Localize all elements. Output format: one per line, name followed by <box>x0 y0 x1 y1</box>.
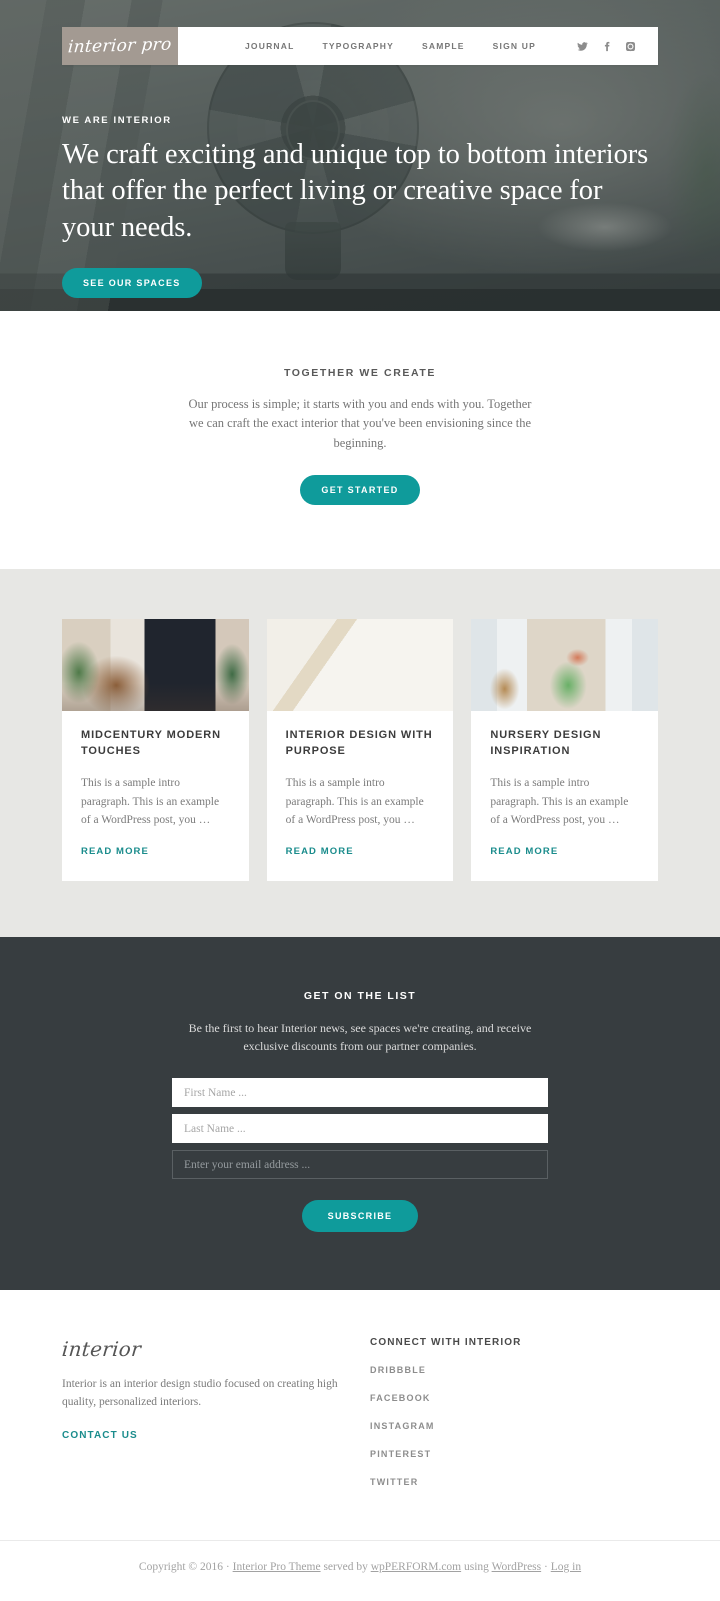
blog-section: MIDCENTURY MODERN TOUCHES This is a samp… <box>0 569 720 937</box>
blog-card[interactable]: INTERIOR DESIGN WITH PURPOSE This is a s… <box>266 619 454 881</box>
instagram-footer-link[interactable]: INSTAGRAM <box>370 1421 435 1431</box>
pinterest-link[interactable]: PINTEREST <box>370 1449 431 1459</box>
intro-section: TOGETHER WE CREATE Our process is simple… <box>0 311 720 570</box>
intro-title: TOGETHER WE CREATE <box>283 367 437 379</box>
connect-links-list: DRIBBBLE FACEBOOK INSTAGRAM PINTEREST TW… <box>370 1360 627 1490</box>
blog-card[interactable]: NURSERY DESIGN INSPIRATION This is a sam… <box>471 619 659 881</box>
hero-kicker: WE ARE INTERIOR <box>62 115 172 126</box>
nav-item-journal[interactable]: JOURNAL <box>245 41 295 51</box>
blog-card-excerpt: This is a sample intro paragraph. This i… <box>285 777 424 827</box>
first-name-input[interactable] <box>172 1078 548 1108</box>
contact-us-link[interactable]: CONTACT US <box>62 1430 138 1441</box>
connect-heading: CONNECT WITH INTERIOR <box>370 1337 522 1349</box>
footer-widgets: interior Interior is an interior design … <box>0 1290 720 1541</box>
footer-about-widget: interior Interior is an interior design … <box>60 1337 367 1500</box>
blog-card-title[interactable]: INTERIOR DESIGN WITH PURPOSE <box>286 728 435 760</box>
newsletter-form: SUBSCRIBE <box>172 1078 548 1233</box>
facebook-link[interactable] <box>601 41 612 52</box>
host-link[interactable]: wpPERFORM.com <box>371 1561 461 1573</box>
copyright-text: Copyright © 2016 · Interior Pro Theme se… <box>0 1561 720 1573</box>
instagram-link[interactable] <box>625 41 636 52</box>
read-more-link[interactable]: READ MORE <box>286 846 354 857</box>
list-item: TWITTER <box>370 1472 627 1490</box>
blog-card-title[interactable]: NURSERY DESIGN INSPIRATION <box>490 728 639 760</box>
blog-grid: MIDCENTURY MODERN TOUCHES This is a samp… <box>62 619 659 881</box>
newsletter-text: Be the first to hear Interior news, see … <box>188 1020 532 1054</box>
copyright-prefix: Copyright © 2016 · <box>138 1561 233 1574</box>
list-item: FACEBOOK <box>370 1388 627 1406</box>
nav-item-sample[interactable]: SAMPLE <box>422 41 465 51</box>
blog-card-image[interactable] <box>471 619 659 712</box>
hero-title: We craft exciting and unique top to bott… <box>62 139 649 243</box>
served-by-text: served by <box>320 1561 371 1574</box>
theme-link[interactable]: Interior Pro Theme <box>233 1561 321 1573</box>
using-text: using <box>461 1561 492 1574</box>
blog-card-image[interactable] <box>266 619 454 712</box>
header-social-menu <box>563 41 650 52</box>
email-input[interactable] <box>172 1150 548 1180</box>
site-header: interior pro JOURNAL TYPOGRAPHY SAMPLE S… <box>62 27 658 65</box>
footer-logo: interior <box>60 1337 143 1362</box>
facebook-footer-link[interactable]: FACEBOOK <box>370 1393 431 1403</box>
list-item: DRIBBBLE <box>370 1360 627 1378</box>
primary-navigation: JOURNAL TYPOGRAPHY SAMPLE SIGN UP <box>245 41 536 51</box>
instagram-icon <box>626 41 636 51</box>
newsletter-title: GET ON THE LIST <box>303 989 417 1002</box>
site-logo-text: interior pro <box>67 34 173 58</box>
wordpress-link[interactable]: WordPress <box>492 1561 542 1573</box>
hero-section: interior pro JOURNAL TYPOGRAPHY SAMPLE S… <box>0 0 720 311</box>
last-name-input[interactable] <box>172 1114 548 1144</box>
read-more-link[interactable]: READ MORE <box>490 846 558 857</box>
twitter-icon <box>577 41 588 51</box>
blog-card-excerpt: This is a sample intro paragraph. This i… <box>81 777 220 827</box>
nav-item-sign-up[interactable]: SIGN UP <box>493 41 536 51</box>
facebook-icon <box>604 41 610 51</box>
intro-text: Our process is simple; it starts with yo… <box>188 397 532 450</box>
site-footer: Copyright © 2016 · Interior Pro Theme se… <box>0 1540 720 1601</box>
site-logo[interactable]: interior pro <box>62 27 178 65</box>
read-more-link[interactable]: READ MORE <box>81 846 149 857</box>
newsletter-section: GET ON THE LIST Be the first to hear Int… <box>0 936 720 1291</box>
footer-separator: · <box>541 1561 551 1574</box>
nav-item-typography[interactable]: TYPOGRAPHY <box>323 41 395 51</box>
blog-card[interactable]: MIDCENTURY MODERN TOUCHES This is a samp… <box>62 619 249 881</box>
get-started-button[interactable]: GET STARTED <box>300 475 420 506</box>
twitter-footer-link[interactable]: TWITTER <box>370 1477 418 1487</box>
header-nav-area: JOURNAL TYPOGRAPHY SAMPLE SIGN UP <box>178 27 658 65</box>
blog-card-image[interactable] <box>62 619 249 712</box>
see-our-spaces-button[interactable]: SEE OUR SPACES <box>62 268 202 299</box>
dribbble-link[interactable]: DRIBBBLE <box>370 1365 426 1375</box>
blog-card-title[interactable]: MIDCENTURY MODERN TOUCHES <box>81 728 230 760</box>
log-in-link[interactable]: Log in <box>551 1561 581 1573</box>
footer-connect-widget: CONNECT WITH INTERIOR DRIBBBLE FACEBOOK … <box>367 1337 627 1500</box>
list-item: PINTEREST <box>370 1444 627 1462</box>
twitter-link[interactable] <box>577 41 588 52</box>
list-item: INSTAGRAM <box>370 1416 627 1434</box>
blog-card-excerpt: This is a sample intro paragraph. This i… <box>490 777 629 827</box>
footer-description: Interior is an interior design studio fo… <box>62 1378 338 1409</box>
subscribe-button[interactable]: SUBSCRIBE <box>301 1200 419 1233</box>
